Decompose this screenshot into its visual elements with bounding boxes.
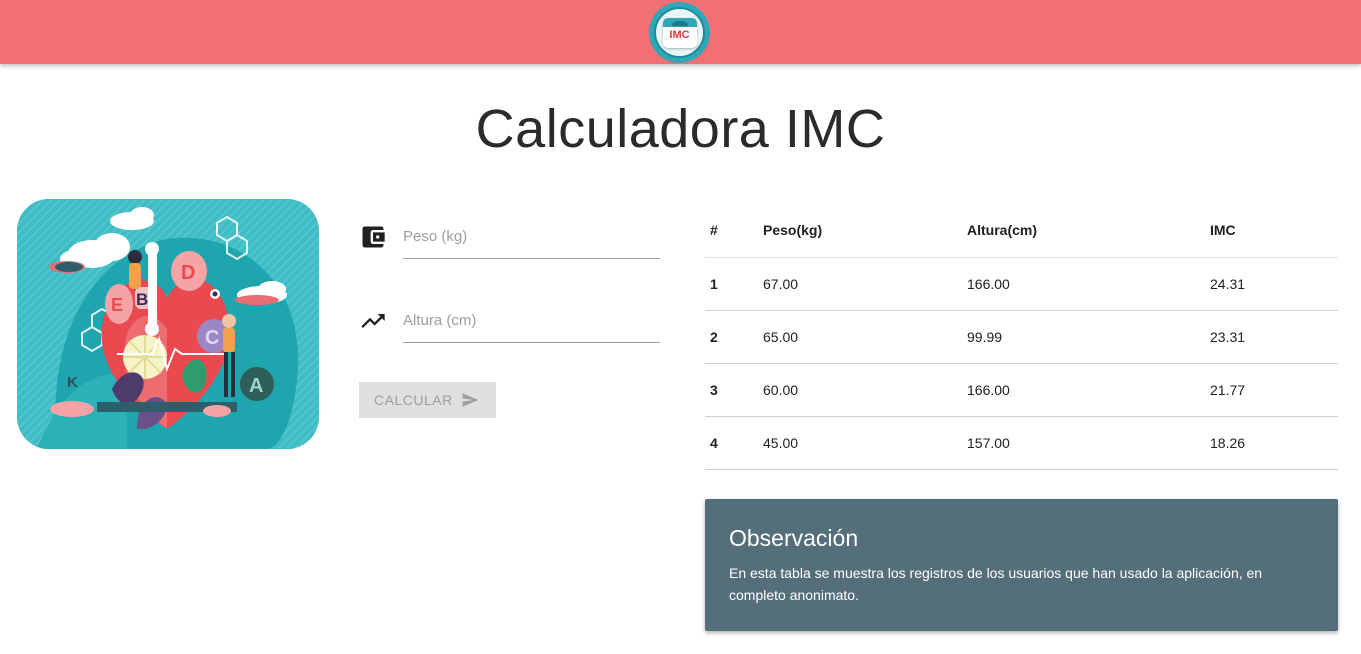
imc-logo[interactable]: IMC bbox=[649, 2, 710, 63]
observation-card: Observación En esta tabla se muestra los… bbox=[705, 499, 1338, 631]
observation-title: Observación bbox=[729, 525, 859, 551]
page-title: Calculadora IMC bbox=[475, 99, 886, 159]
table-row: 3 60.00 166.00 21.77 bbox=[705, 363, 1338, 417]
cell-height: 166.00 bbox=[967, 257, 1210, 311]
column-header-index: # bbox=[705, 204, 763, 258]
cell-height: 166.00 bbox=[967, 363, 1210, 417]
svg-text:D: D bbox=[181, 262, 195, 284]
calculate-button[interactable]: CALCULAR bbox=[359, 382, 496, 418]
cell-weight: 45.00 bbox=[763, 416, 967, 470]
cell-index: 3 bbox=[705, 363, 763, 417]
height-field bbox=[359, 283, 661, 343]
cell-imc: 23.31 bbox=[1210, 310, 1338, 364]
top-navbar: IMC bbox=[0, 0, 1361, 64]
cell-index: 2 bbox=[705, 310, 763, 364]
cell-imc: 21.77 bbox=[1210, 363, 1338, 417]
table-row: 4 45.00 157.00 18.26 bbox=[705, 416, 1338, 470]
height-input[interactable] bbox=[403, 299, 660, 343]
cell-imc: 24.31 bbox=[1210, 257, 1338, 311]
weight-input[interactable] bbox=[403, 215, 660, 259]
cell-index: 1 bbox=[705, 257, 763, 311]
logo-text: IMC bbox=[669, 28, 690, 41]
cell-height: 157.00 bbox=[967, 416, 1210, 470]
table-header-row: # Peso(kg) Altura(cm) IMC bbox=[705, 204, 1338, 258]
trending-up-icon bbox=[361, 314, 385, 328]
column-header-weight: Peso(kg) bbox=[763, 204, 967, 258]
calculate-button-label: CALCULAR bbox=[374, 392, 453, 408]
svg-text:B: B bbox=[136, 290, 148, 309]
cell-weight: 65.00 bbox=[763, 310, 967, 364]
cell-weight: 60.00 bbox=[763, 363, 967, 417]
records-table: # Peso(kg) Altura(cm) IMC 1 67.00 166.00… bbox=[705, 204, 1338, 470]
cell-imc: 18.26 bbox=[1210, 416, 1338, 470]
observation-text: En esta tabla se muestra los registros d… bbox=[729, 565, 1263, 603]
cell-height: 99.99 bbox=[967, 310, 1210, 364]
scale-icon: IMC bbox=[662, 17, 697, 48]
vitamins-heart-illustration: D E B C A K bbox=[17, 199, 319, 449]
svg-text:A: A bbox=[249, 375, 263, 397]
column-header-imc: IMC bbox=[1210, 204, 1338, 258]
send-icon bbox=[462, 393, 479, 407]
health-illustration: D E B C A K bbox=[17, 199, 319, 449]
column-header-height: Altura(cm) bbox=[967, 204, 1210, 258]
logo-badge: IMC bbox=[654, 7, 705, 58]
svg-text:E: E bbox=[111, 295, 123, 315]
cell-index: 4 bbox=[705, 416, 763, 470]
table-row: 2 65.00 99.99 23.31 bbox=[705, 310, 1338, 364]
svg-text:C: C bbox=[205, 327, 219, 349]
table-row: 1 67.00 166.00 24.31 bbox=[705, 257, 1338, 311]
weight-field bbox=[359, 199, 661, 259]
wallet-icon bbox=[362, 226, 385, 248]
cell-weight: 67.00 bbox=[763, 257, 967, 311]
svg-text:K: K bbox=[67, 374, 78, 391]
